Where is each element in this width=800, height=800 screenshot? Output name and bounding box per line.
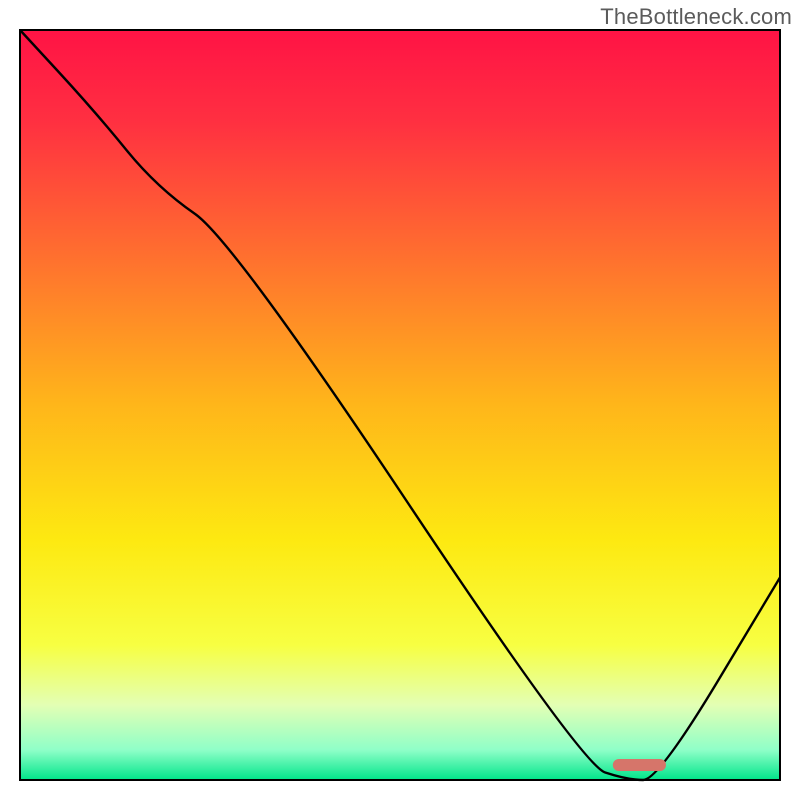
- optimal-marker: [613, 759, 666, 771]
- watermark-text: TheBottleneck.com: [600, 4, 792, 30]
- plot-background: [20, 30, 780, 780]
- chart-container: TheBottleneck.com: [0, 0, 800, 800]
- chart-svg: [0, 0, 800, 800]
